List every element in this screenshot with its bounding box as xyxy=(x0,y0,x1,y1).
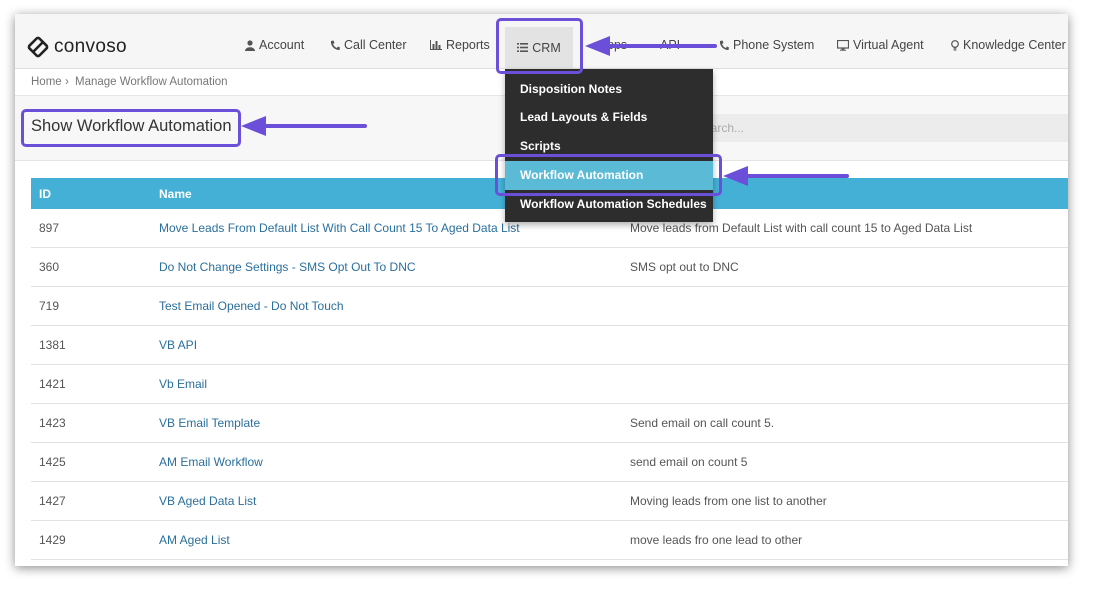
annotation-arrows xyxy=(241,36,849,186)
app-window: convoso Account Call Center Reports CRM … xyxy=(15,14,1068,566)
arrow-icon xyxy=(241,116,367,136)
arrow-icon xyxy=(585,36,717,56)
arrow-icon xyxy=(723,166,849,186)
